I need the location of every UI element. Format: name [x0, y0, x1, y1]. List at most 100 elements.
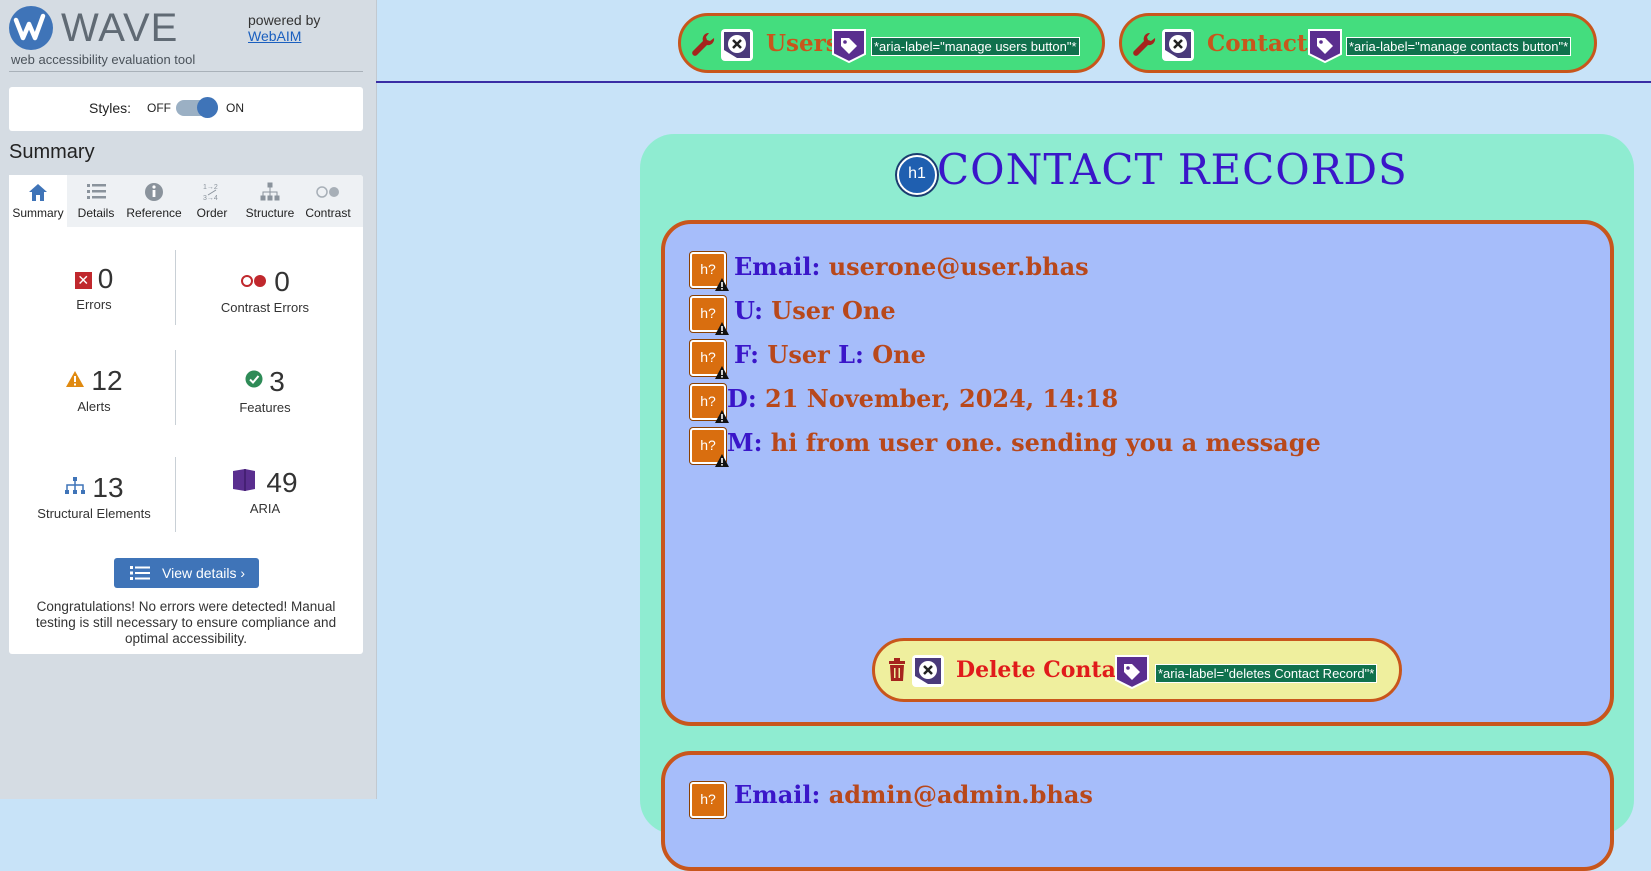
summary-heading: Summary	[9, 141, 95, 163]
list-icon	[130, 565, 150, 584]
tab-label: Summary	[12, 206, 64, 220]
wrench-icon	[1132, 31, 1156, 62]
aria-icon	[232, 467, 256, 499]
order-icon: 1→2 3→4	[183, 181, 241, 203]
heading-possible-icon[interactable]: h?	[690, 428, 729, 467]
aria-stat[interactable]: 49 ARIA	[185, 467, 345, 516]
contrast-icon	[299, 181, 357, 203]
users-nav-button[interactable]: Users *aria-label="manage users button"*	[678, 13, 1105, 73]
aria-tag-icon[interactable]	[1307, 28, 1343, 64]
contrast-errors-label: Contrast Errors	[220, 300, 310, 315]
tab-details[interactable]: Details	[67, 175, 125, 227]
record-message: M: hi from user one. sending you a messa…	[727, 428, 1321, 457]
list-icon	[67, 181, 125, 203]
contacts-nav-label: Contacts	[1207, 30, 1321, 57]
aria-tag-icon[interactable]	[831, 28, 867, 64]
wave-tabs: Summary Details Reference 1→23→4 Order	[9, 175, 363, 227]
alerts-stat[interactable]: 12 Alerts	[14, 363, 174, 414]
home-icon	[9, 181, 67, 203]
wrench-icon	[691, 31, 715, 62]
wave-tagline: web accessibility evaluation tool	[11, 52, 196, 67]
aria-tag-icon[interactable]	[1114, 654, 1150, 690]
record-email: Email: admin@admin.bhas	[734, 780, 1093, 809]
wave-alert-x-icon[interactable]	[720, 28, 754, 62]
powered-by: powered by WebAIM	[248, 12, 320, 44]
heading-possible-icon[interactable]: h?	[690, 384, 729, 423]
styles-label: Styles:	[89, 100, 132, 116]
tab-label: Structure	[245, 206, 295, 220]
alert-icon	[65, 363, 85, 395]
record-username: U: User One	[734, 296, 896, 325]
features-label: Features	[239, 400, 291, 415]
aria-label-chip: *aria-label="deletes Contact Record"*	[1155, 664, 1378, 683]
info-icon	[125, 181, 183, 203]
heading-possible-icon[interactable]: h?	[690, 252, 729, 291]
aria-label: ARIA	[249, 501, 281, 516]
wave-sidebar: WAVE web accessibility evaluation tool p…	[0, 0, 377, 799]
aria-label-chip: *aria-label="manage users button"*	[871, 37, 1080, 56]
heading-possible-icon[interactable]: h?	[690, 782, 726, 818]
wave-logo-text: WAVE	[61, 6, 179, 50]
structure-icon	[64, 470, 86, 502]
congrats-message: Congratulations! No errors were detected…	[35, 599, 337, 646]
tab-label: Reference	[126, 206, 182, 220]
contrast-error-icon	[240, 263, 268, 295]
structural-count: 13	[92, 472, 124, 503]
heading-possible-icon[interactable]: h?	[690, 340, 729, 379]
tab-summary[interactable]: Summary	[9, 175, 67, 227]
aria-label-chip: *aria-label="manage contacts button"*	[1346, 37, 1572, 56]
errors-label: Errors	[76, 297, 112, 312]
tab-label: Contrast	[305, 206, 351, 220]
summary-panel: Summary Details Reference 1→23→4 Order	[9, 175, 363, 654]
svg-text:3→4: 3→4	[203, 195, 218, 202]
webaim-link[interactable]: WebAIM	[248, 28, 320, 44]
feature-icon	[245, 363, 263, 395]
record-name: F: User L: One	[734, 340, 926, 369]
tab-label: Order	[196, 206, 228, 220]
wave-alert-x-icon[interactable]	[1161, 28, 1195, 62]
contact-record	[661, 751, 1614, 871]
errors-stat[interactable]: ✕ 0 Errors	[14, 263, 174, 312]
record-date: D: 21 November, 2024, 14:18	[727, 384, 1119, 413]
errors-count: 0	[97, 263, 114, 294]
wave-logo-icon	[9, 6, 53, 50]
structural-label: Structural Elements	[37, 506, 151, 521]
nav-underline	[376, 81, 1651, 83]
view-details-label: View details ›	[162, 565, 246, 581]
h1-icon[interactable]: h1	[897, 155, 937, 195]
structure-icon	[241, 181, 299, 203]
tab-reference[interactable]: Reference	[125, 175, 183, 227]
tab-contrast[interactable]: Contrast	[299, 175, 357, 227]
error-icon: ✕	[74, 272, 92, 289]
divider	[175, 350, 176, 425]
structural-stat[interactable]: 13 Structural Elements	[14, 470, 174, 521]
heading-possible-icon[interactable]: h?	[690, 296, 729, 335]
alerts-label: Alerts	[77, 399, 111, 414]
divider	[175, 457, 176, 532]
powered-by-text: powered by	[248, 12, 321, 28]
tab-label: Details	[77, 206, 115, 220]
toggle-knob	[197, 97, 218, 118]
view-details-button[interactable]: View details ›	[114, 558, 259, 588]
contrast-errors-stat[interactable]: 0 Contrast Errors	[185, 263, 345, 315]
styles-off-label: OFF	[147, 101, 171, 115]
features-count: 3	[269, 366, 285, 397]
tab-order[interactable]: 1→2 3→4 Order	[183, 175, 241, 227]
tab-structure[interactable]: Structure	[241, 175, 299, 227]
record-email: Email: userone@user.bhas	[734, 252, 1089, 281]
wave-alert-x-icon[interactable]	[911, 654, 945, 688]
divider	[175, 250, 176, 325]
aria-count: 49	[266, 467, 298, 498]
delete-contact-label: Delete Contact	[956, 657, 1140, 683]
page-title: CONTACT RECORDS	[937, 145, 1408, 194]
users-nav-label: Users	[766, 30, 839, 57]
delete-contact-button[interactable]: Delete Contact *aria-label="deletes Cont…	[872, 638, 1402, 702]
contacts-nav-button[interactable]: Contacts *aria-label="manage contacts bu…	[1119, 13, 1597, 73]
features-stat[interactable]: 3 Features	[185, 363, 345, 415]
styles-on-label: ON	[226, 101, 244, 115]
trash-icon	[887, 658, 907, 687]
styles-toggle[interactable]	[176, 97, 218, 118]
styles-toggle-box: Styles: OFF ON	[9, 87, 363, 131]
divider	[9, 71, 363, 72]
contrast-errors-count: 0	[274, 266, 290, 297]
